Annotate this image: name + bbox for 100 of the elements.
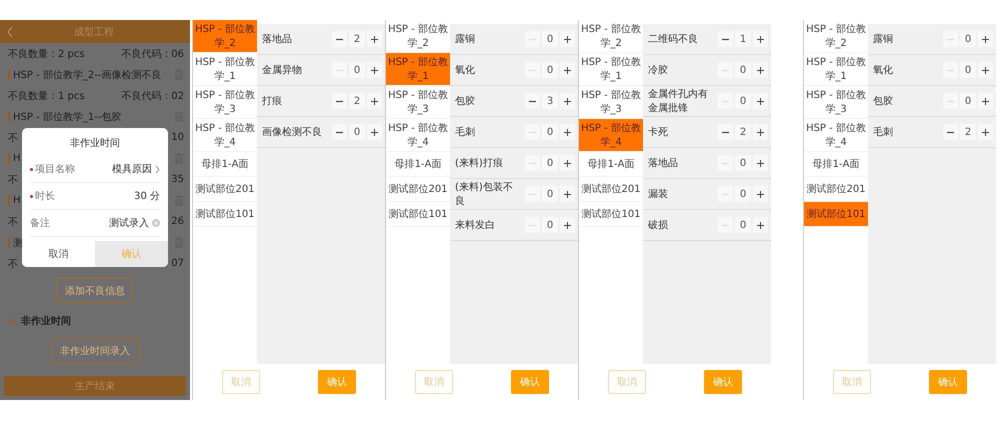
- plus-button[interactable]: [753, 155, 768, 171]
- defect-label: 包胶: [873, 94, 893, 108]
- plus-icon: [371, 66, 378, 74]
- defect-label: 露铜: [455, 33, 475, 46]
- quantity-value: 0: [735, 186, 751, 202]
- plus-icon: [757, 160, 764, 166]
- minus-button[interactable]: [332, 31, 347, 47]
- plus-icon: [371, 98, 378, 104]
- plus-icon: [564, 66, 571, 74]
- minus-button[interactable]: [718, 31, 733, 47]
- plus-icon: [371, 128, 378, 136]
- plus-button[interactable]: [560, 31, 575, 47]
- quantity-value: 0: [542, 31, 558, 47]
- plus-button[interactable]: [560, 62, 575, 78]
- defect-title: H: [13, 195, 21, 206]
- plus-icon: [371, 36, 378, 42]
- accent-bar: [8, 111, 10, 122]
- plus-button[interactable]: [560, 124, 575, 140]
- plus-button[interactable]: [978, 62, 993, 78]
- plus-button[interactable]: [367, 93, 382, 109]
- defect-label: 二维码不良: [648, 32, 698, 46]
- plus-button[interactable]: [753, 62, 768, 78]
- form-field[interactable]: 项目名称 模具原因: [30, 156, 160, 183]
- plus-button[interactable]: [560, 155, 575, 171]
- quantity-value: 0: [542, 186, 558, 202]
- defect-count: 不: [8, 216, 18, 228]
- minus-button[interactable]: [332, 93, 347, 109]
- plus-icon: [564, 36, 571, 42]
- minus-button[interactable]: [943, 124, 958, 140]
- accent-bar: [8, 153, 10, 164]
- minus-button[interactable]: [718, 124, 733, 140]
- plus-button[interactable]: [560, 93, 575, 109]
- plus-icon: [982, 128, 989, 136]
- field-value: 测试录入: [109, 216, 149, 230]
- plus-button[interactable]: [978, 124, 993, 140]
- plus-button[interactable]: [753, 124, 768, 140]
- category-item[interactable]: 测试部位101: [804, 202, 868, 227]
- quantity-value: 1: [735, 31, 751, 47]
- plus-icon: [564, 222, 571, 228]
- category-item[interactable]: HSP - 部位教学_4: [579, 119, 643, 152]
- plus-icon: [564, 190, 571, 198]
- defect-count: 不良数量：2 pcs: [8, 48, 85, 60]
- plus-icon: [982, 66, 989, 74]
- plus-button[interactable]: [978, 31, 993, 47]
- defect-label: 落地品: [648, 156, 678, 170]
- accent-bar: [8, 237, 10, 248]
- defect-label: 金属件孔内有金属批锋: [648, 88, 709, 115]
- quantity-value: 2: [960, 124, 976, 140]
- defect-label: 冷胶: [648, 64, 668, 77]
- accent-bar: [8, 195, 10, 206]
- defect-count: 不: [8, 258, 18, 270]
- section-title: 非作业时间: [21, 314, 71, 328]
- minus-button[interactable]: [525, 93, 540, 109]
- quantity-value: 0: [542, 155, 558, 171]
- defect-code: 不良代码：02: [121, 90, 184, 102]
- minus-button[interactable]: [332, 124, 347, 140]
- plus-button[interactable]: [753, 93, 768, 109]
- defect-label: 破损: [648, 218, 668, 232]
- plus-button[interactable]: [560, 186, 575, 202]
- quantity-value: 0: [960, 93, 976, 109]
- chart-icon: [8, 317, 17, 325]
- quantity-value: 0: [542, 217, 558, 233]
- plus-icon: [757, 36, 764, 42]
- quantity-value: 0: [542, 124, 558, 140]
- plus-icon: [564, 160, 571, 166]
- defect-code: 不良代码：06: [121, 48, 184, 60]
- defect-label: (来料)打痕: [455, 156, 503, 170]
- form-field[interactable]: 时长 30 分: [30, 183, 160, 210]
- quantity-value: 3: [542, 93, 558, 109]
- accent-bar: [8, 69, 10, 80]
- defect-label: 毛刺: [455, 126, 475, 139]
- defect-label: 来料发白: [455, 218, 495, 232]
- field-value: 30 分: [134, 190, 160, 203]
- plus-button[interactable]: [367, 124, 382, 140]
- plus-button[interactable]: [560, 217, 575, 233]
- quantity-value: 0: [735, 93, 751, 109]
- defect-label: 氧化: [873, 64, 893, 77]
- plus-icon: [564, 128, 571, 136]
- quantity-value: 2: [735, 124, 751, 140]
- plus-icon: [757, 222, 764, 228]
- plus-button[interactable]: [367, 62, 382, 78]
- quantity-value: 2: [349, 93, 365, 109]
- plus-button[interactable]: [753, 217, 768, 233]
- plus-button[interactable]: [753, 31, 768, 47]
- defect-title: HSP - 部位教学_1--包胶: [13, 110, 122, 124]
- form-field[interactable]: 备注 测试录入: [30, 210, 160, 237]
- defect-count: 不良数量：1 pcs: [8, 90, 85, 102]
- category-item[interactable]: HSP - 部位教学_2: [193, 20, 257, 53]
- screen-title: 成型工程: [73, 26, 115, 38]
- plus-icon: [757, 190, 764, 198]
- defect-label: 露铜: [873, 33, 893, 46]
- plus-button[interactable]: [978, 93, 993, 109]
- field-label: 时长: [35, 190, 55, 203]
- category-item[interactable]: HSP - 部位教学_1: [386, 53, 450, 86]
- plus-button[interactable]: [753, 186, 768, 202]
- field-label: 项目名称: [35, 163, 75, 176]
- defect-code: 07: [171, 258, 184, 269]
- defect-title: HSP - 部位教学_2--画像检测不良: [13, 68, 162, 82]
- plus-button[interactable]: [367, 31, 382, 47]
- defect-label: 毛刺: [873, 126, 893, 139]
